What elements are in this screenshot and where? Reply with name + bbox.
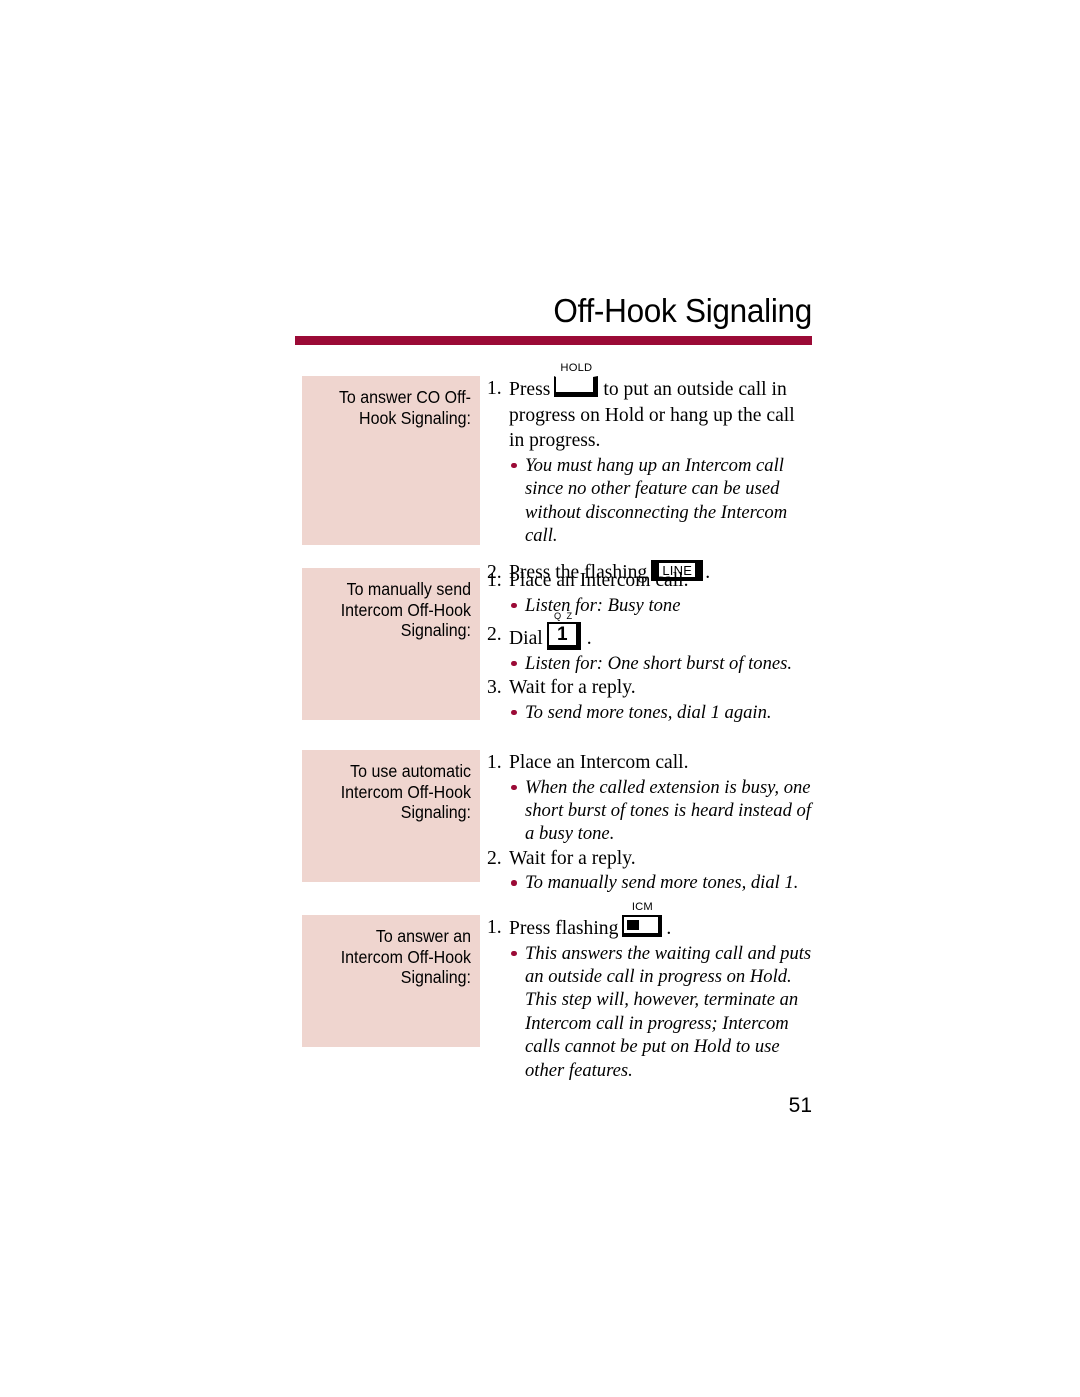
icm-key-caption: ICM bbox=[631, 901, 653, 913]
step-number: 1. bbox=[487, 570, 502, 591]
icm-key-lamp-icon bbox=[627, 920, 640, 930]
dial-key-1-icon: Q Z1 bbox=[546, 611, 581, 650]
list-item: 1. Press HOLD to put an outside call in pr… bbox=[487, 362, 812, 454]
note-item: When the called extension is busy, one s… bbox=[487, 776, 812, 846]
bullet-icon bbox=[511, 602, 517, 609]
step-text-after: . bbox=[666, 918, 672, 939]
step-number: 2. bbox=[487, 847, 502, 869]
section-label-box: To use automatic Intercom Off-Hook Signa… bbox=[302, 750, 480, 882]
bullet-icon bbox=[511, 660, 517, 667]
title-rule-divider bbox=[295, 336, 812, 345]
note-text: This answers the waiting call and puts a… bbox=[525, 942, 812, 1081]
list-item: 1. Press flashing ICM. bbox=[487, 901, 812, 942]
step-number: 1. bbox=[487, 917, 502, 938]
document-page: Off-Hook Signaling To answer CO Off- Hoo… bbox=[0, 0, 1080, 1397]
list-item: 1. Place an Intercom call. bbox=[487, 568, 812, 594]
section-body: 1. Place an Intercom call. Listen for: B… bbox=[487, 568, 812, 724]
section-label-box: To manually send Intercom Off-Hook Signa… bbox=[302, 568, 480, 720]
page-title: Off-Hook Signaling bbox=[553, 293, 812, 330]
section-label-box: To answer CO Off- Hook Signaling: bbox=[302, 376, 480, 545]
list-item: 3. Wait for a reply. bbox=[487, 675, 812, 701]
section-label: To answer an Intercom Off-Hook Signaling… bbox=[340, 926, 471, 988]
step-text-before: Press flashing bbox=[509, 918, 619, 939]
note-item: To manually send more tones, dial 1. bbox=[487, 871, 812, 894]
section-label-box: To answer an Intercom Off-Hook Signaling… bbox=[302, 915, 480, 1047]
hold-key-icon: HOLD bbox=[554, 362, 599, 397]
icm-key-icon: ICM bbox=[622, 901, 663, 937]
page-number: 51 bbox=[788, 1094, 812, 1117]
list-item: 1. Place an Intercom call. bbox=[487, 750, 812, 776]
bullet-icon bbox=[511, 784, 517, 791]
note-item: To send more tones, dial 1 again. bbox=[487, 701, 812, 724]
bullet-icon bbox=[511, 880, 517, 886]
page-header: Off-Hook Signaling bbox=[295, 294, 812, 329]
section-label: To answer CO Off- Hook Signaling: bbox=[338, 387, 471, 428]
step-text-after: to put an outside call in progress on Ho… bbox=[509, 379, 795, 452]
step-text: Place an Intercom call. bbox=[509, 570, 689, 591]
list-item: 2. Dial Q Z1. bbox=[487, 611, 812, 652]
step-number: 3. bbox=[487, 677, 502, 698]
hold-key-caption: HOLD bbox=[560, 362, 593, 374]
step-number: 2. bbox=[487, 624, 502, 645]
note-text: To send more tones, dial 1 again. bbox=[525, 701, 772, 723]
step-text: Place an Intercom call. bbox=[509, 752, 689, 773]
hold-key-face bbox=[554, 376, 599, 397]
note-text: When the called extension is busy, one s… bbox=[525, 776, 811, 845]
list-item: 2. Wait for a reply. bbox=[487, 846, 812, 872]
note-item: Listen for: Busy tone bbox=[487, 594, 812, 617]
dial-key-face: 1 bbox=[546, 622, 581, 650]
section-body: 1. Press HOLD to put an outside call in pr… bbox=[487, 362, 812, 586]
step-text-before: Press bbox=[509, 379, 551, 400]
note-text: Listen for: One short burst of tones. bbox=[525, 652, 793, 674]
note-item: This answers the waiting call and puts a… bbox=[487, 942, 812, 1082]
note-item: Listen for: One short burst of tones. bbox=[487, 652, 812, 675]
note-text: You must hang up an Intercom call since … bbox=[525, 454, 788, 546]
step-number: 1. bbox=[487, 752, 502, 773]
section-body: 1. Place an Intercom call. When the call… bbox=[487, 750, 812, 895]
icm-key-face bbox=[622, 915, 663, 937]
bullet-icon bbox=[511, 950, 517, 957]
bullet-icon bbox=[511, 709, 517, 716]
step-text: Wait for a reply. bbox=[509, 677, 636, 698]
step-text-after: . bbox=[586, 628, 592, 649]
section-label: To use automatic Intercom Off-Hook Signa… bbox=[340, 761, 471, 823]
step-text-before: Dial bbox=[509, 628, 543, 649]
dial-key-letters: Q Z bbox=[553, 611, 574, 621]
step-text: Wait for a reply. bbox=[509, 847, 636, 869]
step-number: 1. bbox=[487, 378, 502, 399]
section-label: To manually send Intercom Off-Hook Signa… bbox=[340, 579, 471, 641]
section-body: 1. Press flashing ICM. This answers the w… bbox=[487, 901, 812, 1082]
bullet-icon bbox=[511, 462, 517, 469]
note-text: To manually send more tones, dial 1. bbox=[525, 872, 799, 894]
note-item: You must hang up an Intercom call since … bbox=[487, 454, 812, 548]
